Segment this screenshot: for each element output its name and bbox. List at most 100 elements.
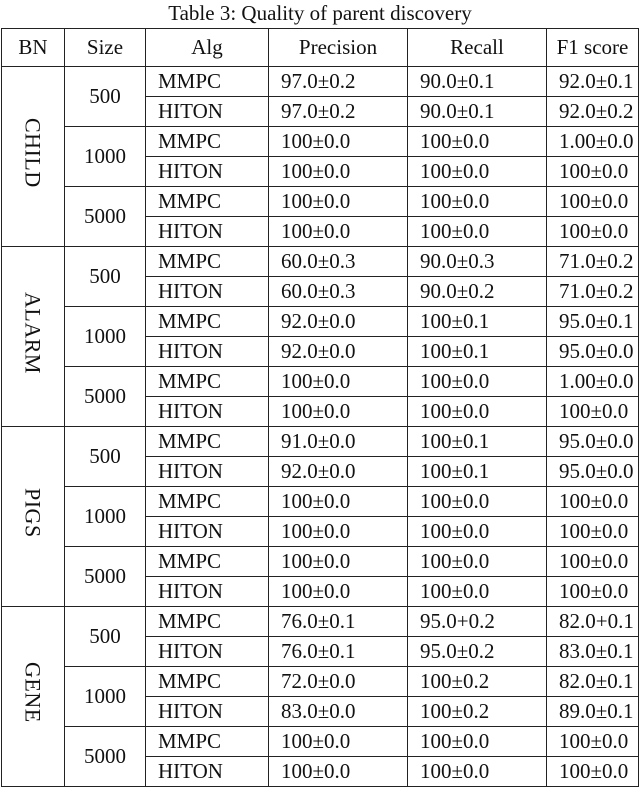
bn-cell: CHILD bbox=[1, 66, 65, 247]
recall-cell: 90.0±0.1 bbox=[407, 96, 547, 127]
size-cell: 1000 bbox=[64, 486, 146, 547]
bn-label: ALARM bbox=[20, 291, 46, 374]
f1-cell: 100±0.0 bbox=[546, 546, 639, 577]
alg-cell: MMPC bbox=[145, 666, 269, 697]
alg-cell: HITON bbox=[145, 516, 269, 547]
table-body: CHILD 500 MMPC 97.0±0.2 90.0±0.1 92.0±0.1 HITO… bbox=[1, 66, 639, 787]
recall-cell: 100±0.1 bbox=[407, 306, 547, 337]
alg-cell: MMPC bbox=[145, 726, 269, 757]
table-row: 1000 MMPC 100±0.0 100±0.0 100±0.0 bbox=[2, 486, 639, 547]
header-alg: Alg bbox=[145, 28, 269, 67]
parent-discovery-table: BN Size Alg Precision Recall F1 score CH… bbox=[1, 28, 639, 787]
table-row: 5000 MMPC 100±0.0 100±0.0 100±0.0 bbox=[2, 726, 639, 787]
precision-cell: 83.0±0.0 bbox=[268, 696, 408, 727]
precision-cell: 97.0±0.2 bbox=[268, 66, 408, 97]
recall-cell: 90.0±0.1 bbox=[407, 66, 547, 97]
precision-cell: 100±0.0 bbox=[268, 756, 408, 787]
precision-cell: 76.0±0.1 bbox=[268, 636, 408, 667]
alg-cell: HITON bbox=[145, 216, 269, 247]
precision-cell: 100±0.0 bbox=[268, 486, 408, 517]
precision-cell: 97.0±0.2 bbox=[268, 96, 408, 127]
size-cell: 5000 bbox=[64, 726, 146, 787]
recall-cell: 90.0±0.3 bbox=[407, 246, 547, 277]
precision-cell: 100±0.0 bbox=[268, 216, 408, 247]
header-f1: F1 score bbox=[546, 28, 639, 67]
table-row: 1000 MMPC 92.0±0.0 100±0.1 95.0±0.1 bbox=[2, 306, 639, 367]
f1-cell: 92.0±0.1 bbox=[546, 66, 639, 97]
recall-cell: 95.0+0.2 bbox=[407, 606, 547, 637]
f1-cell: 100±0.0 bbox=[546, 756, 639, 787]
f1-cell: 100±0.0 bbox=[546, 156, 639, 187]
precision-cell: 100±0.0 bbox=[268, 126, 408, 157]
recall-cell: 100±0.1 bbox=[407, 426, 547, 457]
table-row: ALARM 500 MMPC 60.0±0.3 90.0±0.3 71.0±0.2 bbox=[1, 246, 639, 427]
size-cell: 5000 bbox=[64, 366, 146, 427]
f1-cell: 100±0.0 bbox=[546, 216, 639, 247]
precision-cell: 76.0±0.1 bbox=[268, 606, 408, 637]
table-row: 1000 MMPC 72.0±0.0 100±0.2 82.0±0.1 bbox=[2, 666, 639, 727]
bn-cell: ALARM bbox=[1, 246, 65, 427]
size-cell: 500 bbox=[64, 606, 146, 667]
recall-cell: 100±0.0 bbox=[407, 516, 547, 547]
precision-cell: 100±0.0 bbox=[268, 516, 408, 547]
recall-cell: 100±0.0 bbox=[407, 366, 547, 397]
f1-cell: 71.0±0.2 bbox=[546, 246, 639, 277]
bn-cell: GENE bbox=[1, 606, 65, 787]
alg-cell: MMPC bbox=[145, 606, 269, 637]
alg-cell: HITON bbox=[145, 276, 269, 307]
f1-cell: 95.0±0.1 bbox=[546, 306, 639, 337]
f1-cell: 95.0±0.0 bbox=[546, 336, 639, 367]
recall-cell: 100±0.0 bbox=[407, 486, 547, 517]
alg-cell: MMPC bbox=[145, 126, 269, 157]
table-row: GENE 500 MMPC 76.0±0.1 95.0+0.2 82.0+0.1 bbox=[1, 606, 639, 787]
f1-cell: 1.00±0.0 bbox=[546, 366, 639, 397]
recall-cell: 100±0.2 bbox=[407, 666, 547, 697]
recall-cell: 100±0.1 bbox=[407, 456, 547, 487]
alg-cell: MMPC bbox=[145, 546, 269, 577]
recall-cell: 100±0.1 bbox=[407, 336, 547, 367]
header-precision: Precision bbox=[268, 28, 408, 67]
table-row: 5000 MMPC 100±0.0 100±0.0 1.00±0.0 bbox=[2, 366, 639, 427]
recall-cell: 100±0.0 bbox=[407, 726, 547, 757]
alg-cell: HITON bbox=[145, 696, 269, 727]
precision-cell: 91.0±0.0 bbox=[268, 426, 408, 457]
f1-cell: 95.0±0.0 bbox=[546, 456, 639, 487]
table-caption: Table 3: Quality of parent discovery bbox=[168, 1, 472, 25]
bn-label: PIGS bbox=[20, 487, 46, 538]
f1-cell: 100±0.0 bbox=[546, 396, 639, 427]
recall-cell: 100±0.0 bbox=[407, 216, 547, 247]
precision-cell: 100±0.0 bbox=[268, 726, 408, 757]
recall-cell: 100±0.0 bbox=[407, 126, 547, 157]
f1-cell: 1.00±0.0 bbox=[546, 126, 639, 157]
bn-cell: PIGS bbox=[1, 426, 65, 607]
bn-label: CHILD bbox=[20, 117, 46, 188]
table-row: PIGS 500 MMPC 91.0±0.0 100±0.1 95.0±0.0 bbox=[1, 426, 639, 607]
recall-cell: 100±0.0 bbox=[407, 186, 547, 217]
alg-cell: MMPC bbox=[145, 186, 269, 217]
alg-cell: MMPC bbox=[145, 306, 269, 337]
table-row: 5000 MMPC 100±0.0 100±0.0 100±0.0 bbox=[2, 546, 639, 607]
alg-cell: HITON bbox=[145, 336, 269, 367]
recall-cell: 100±0.0 bbox=[407, 756, 547, 787]
recall-cell: 100±0.2 bbox=[407, 696, 547, 727]
alg-cell: MMPC bbox=[145, 366, 269, 397]
size-cell: 500 bbox=[64, 246, 146, 307]
size-cell: 500 bbox=[64, 426, 146, 487]
precision-cell: 60.0±0.3 bbox=[268, 276, 408, 307]
size-cell: 1000 bbox=[64, 126, 146, 187]
size-cell: 500 bbox=[64, 66, 146, 127]
size-cell: 1000 bbox=[64, 306, 146, 367]
f1-cell: 89.0±0.1 bbox=[546, 696, 639, 727]
f1-cell: 82.0±0.1 bbox=[546, 666, 639, 697]
alg-cell: HITON bbox=[145, 156, 269, 187]
recall-cell: 100±0.0 bbox=[407, 396, 547, 427]
alg-cell: HITON bbox=[145, 576, 269, 607]
recall-cell: 100±0.0 bbox=[407, 576, 547, 607]
precision-cell: 100±0.0 bbox=[268, 546, 408, 577]
alg-cell: HITON bbox=[145, 636, 269, 667]
f1-cell: 100±0.0 bbox=[546, 726, 639, 757]
f1-cell: 83.0±0.1 bbox=[546, 636, 639, 667]
f1-cell: 92.0±0.2 bbox=[546, 96, 639, 127]
f1-cell: 100±0.0 bbox=[546, 516, 639, 547]
header-size: Size bbox=[64, 28, 146, 67]
